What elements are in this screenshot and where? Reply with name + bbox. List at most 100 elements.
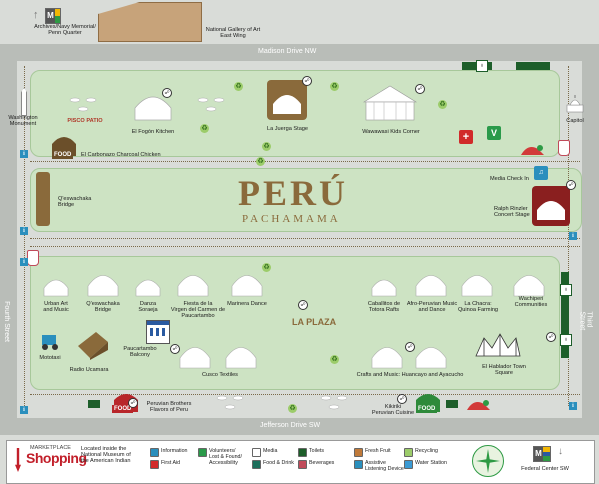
legend-item: Recycling xyxy=(404,448,438,457)
washington-monument-icon xyxy=(21,88,27,116)
fresh-fruit-icon xyxy=(354,448,363,457)
recycling-icon: ♻ xyxy=(262,142,271,151)
el-fogon-label: El Fogón Kitchen xyxy=(131,129,175,135)
pisco-patio-tables xyxy=(69,97,97,112)
recycling-icon: ♻ xyxy=(200,124,209,133)
media-icon[interactable]: ☍ xyxy=(170,344,180,354)
la-juerga-stage xyxy=(267,80,307,120)
cusco-tent-2 xyxy=(225,347,257,369)
pachamama-subtitle: PACHAMAMA xyxy=(242,213,341,225)
crafts-tent-1 xyxy=(371,347,403,369)
afro-peruvian-label: Afro-Peruvian Music and Dance xyxy=(406,301,458,314)
first-aid-icon xyxy=(150,460,159,469)
media-icon[interactable]: ☍ xyxy=(128,398,138,408)
path-line xyxy=(30,161,580,162)
brothers-label: Peruvian Brothers Flavors of Peru xyxy=(146,401,192,414)
toilets-bottom xyxy=(88,400,100,408)
media-icon[interactable]: ☍ xyxy=(162,88,172,98)
media-icon xyxy=(252,448,261,457)
tables-bottom-1 xyxy=(216,395,244,410)
legend-item: Fresh Fruit xyxy=(354,448,391,457)
marinera-label: Marinera Dance xyxy=(227,301,267,307)
marketplace-desc: Located inside the National Museum of th… xyxy=(81,446,131,465)
national-gallery-building xyxy=(98,2,202,42)
media-icon[interactable]: ☍ xyxy=(566,180,576,190)
rinzler-stage[interactable] xyxy=(532,186,570,226)
media-icon[interactable]: ☍ xyxy=(546,332,556,342)
qeswachaka-tent xyxy=(87,275,119,297)
wawawasi-label: Wawawasi Kids Corner xyxy=(362,129,420,135)
road-fourth xyxy=(0,44,17,435)
legend-label: Toilets xyxy=(309,448,325,454)
fresh-fruit-icon xyxy=(520,143,546,157)
first-aid-icon[interactable]: + xyxy=(459,130,473,144)
legend-item: Volunteers/ Lost & Found/ Accessibility xyxy=(198,448,242,466)
legend-item: Assistive Listening Device xyxy=(354,460,404,472)
toilets-icon-right: ♁ xyxy=(560,284,572,296)
food-drink-icon xyxy=(252,460,261,469)
radio-label: Radio Ucamara xyxy=(69,367,109,373)
media-icon[interactable]: ☍ xyxy=(405,342,415,352)
jefferson-drive-label: Jefferson Drive SW xyxy=(260,422,321,429)
path-line xyxy=(30,246,580,247)
up-arrow-icon: ↑ xyxy=(33,9,39,21)
cusco-tent-1 xyxy=(179,347,211,369)
mototaxi-label: Mototaxi xyxy=(39,355,61,361)
metro-letter-2: M xyxy=(534,447,543,461)
volunteers-icon xyxy=(198,448,207,457)
recycling-icon: ♻ xyxy=(234,82,243,91)
capitol-icon xyxy=(565,95,585,113)
gallery-label: National Gallery of Art East Wing xyxy=(205,27,261,40)
tables-icon xyxy=(197,97,225,112)
kikiriki-food-sign: FOOD xyxy=(416,405,438,413)
metro-icon-federal: M xyxy=(533,446,551,462)
beverages-icon-2 xyxy=(27,250,39,266)
recycling-icon: ♻ xyxy=(288,404,297,413)
beverages-icon xyxy=(558,140,570,156)
information-icon[interactable]: i xyxy=(20,227,28,235)
qeswachaka-top-label: Q'eswachaka Bridge xyxy=(58,196,92,209)
qeswachaka-label: Q'eswachaka Bridge xyxy=(86,301,120,314)
legend-label: Water Station xyxy=(415,460,447,466)
wawawasi-pavilion xyxy=(362,85,418,121)
media-icon[interactable]: ☍ xyxy=(302,76,312,86)
media-icon[interactable]: ☍ xyxy=(298,300,308,310)
wachiperi-tent xyxy=(513,275,545,297)
marinera-tent xyxy=(231,275,263,297)
fiesta-tent xyxy=(177,275,209,297)
information-icon[interactable]: i xyxy=(20,258,28,266)
toilets-icon xyxy=(298,448,307,457)
qeswachaka-bridge-top xyxy=(36,172,50,226)
recycling-icon: ♻ xyxy=(256,157,265,166)
legend-item: First Aid xyxy=(150,460,180,469)
paucartambo-balcony xyxy=(146,320,170,344)
shopping-label: Shopping xyxy=(26,450,87,466)
la-juerga-label: La Juerga Stage xyxy=(266,126,309,132)
listening-device-icon xyxy=(354,460,363,469)
listening-device-icon[interactable]: ♫ xyxy=(534,166,548,180)
information-icon[interactable]: i xyxy=(20,406,28,414)
legend-item: Beverages xyxy=(298,460,334,469)
legend-label: Recycling xyxy=(415,448,438,454)
legend-item: Toilets xyxy=(298,448,324,457)
carbonazo-label: El Carbonazo Charcoal Chicken xyxy=(81,152,161,158)
third-street-label: Third Street xyxy=(578,311,593,331)
fresh-fruit-icon-2 xyxy=(466,398,492,412)
information-icon[interactable]: i xyxy=(569,232,577,240)
carbonazo-food-sign: FOOD xyxy=(52,151,74,159)
la-chacra-label: La Chacra: Quinoa Farming xyxy=(457,301,499,314)
information-icon[interactable]: i xyxy=(569,402,577,410)
information-icon[interactable]: i xyxy=(20,150,28,158)
mototaxi-icon xyxy=(40,333,60,351)
caballitos-tent xyxy=(371,279,397,297)
rinzler-label: Ralph Rinzler Concert Stage xyxy=(494,206,530,219)
path-line xyxy=(30,238,580,239)
media-icon[interactable]: ☍ xyxy=(397,394,407,404)
legend-item: Information xyxy=(150,448,188,457)
legend-label: Volunteers/ Lost & Found/ Accessibility xyxy=(209,448,242,466)
media-icon[interactable]: ☍ xyxy=(415,84,425,94)
urban-art-label: Urban Art and Music xyxy=(43,301,69,314)
danza-label: Danza Soraeja xyxy=(138,301,158,314)
water-station-icon xyxy=(404,460,413,469)
volunteers-icon[interactable]: V xyxy=(487,126,501,140)
